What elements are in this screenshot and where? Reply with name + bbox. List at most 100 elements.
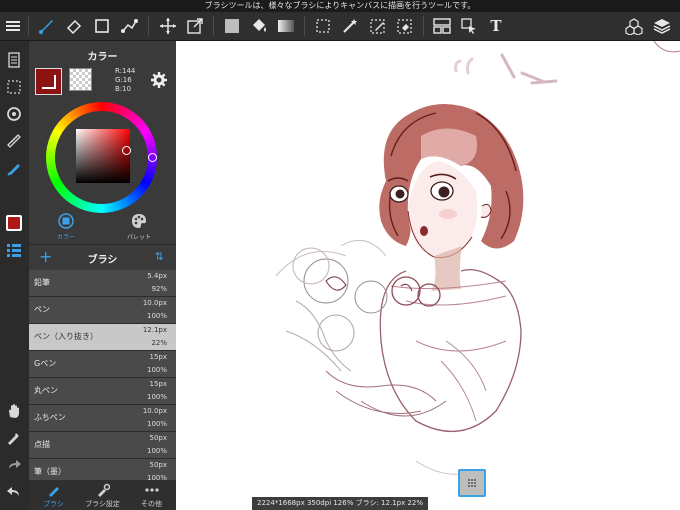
toolbar-separator (28, 16, 29, 36)
brush-item[interactable]: 点描 50px 100% (29, 432, 176, 459)
brush-item-opacity: 100% (146, 420, 167, 428)
eraser-tool-icon[interactable] (64, 16, 84, 36)
tool-tip-bar: ブラシツールは、様々なブラシによりキャンバスに描画を行うツールです。 (0, 0, 680, 12)
brush-item[interactable]: ペン（入り抜き） 12.1px 22% (29, 324, 176, 351)
material-icon[interactable] (624, 16, 644, 36)
brush-item-size: 15px (149, 380, 168, 388)
layout-icon[interactable] (432, 16, 452, 36)
select-eraser-icon[interactable] (395, 16, 415, 36)
tab-other[interactable]: その他 (127, 480, 176, 510)
text-tool-icon[interactable]: T (486, 16, 506, 36)
rectangle-tool-icon[interactable] (92, 16, 112, 36)
tab-color-label: カラー (56, 234, 75, 241)
brush-item[interactable]: 丸ペン 15px 100% (29, 378, 176, 405)
tab-color[interactable]: カラー (51, 213, 81, 243)
artwork (275, 41, 680, 475)
toolbar-separator (423, 16, 424, 36)
tab-brush-label: ブラシ (43, 500, 64, 508)
brush-item-size: 10.0px (142, 407, 167, 415)
brush-item-name: ふちペン (34, 413, 66, 422)
brush-tool-icon[interactable] (36, 16, 56, 36)
brush-list-icon[interactable] (4, 240, 24, 260)
fill-color-icon[interactable] (222, 16, 242, 36)
gradation-tool-icon[interactable] (276, 16, 296, 36)
more-icon (144, 488, 159, 492)
undo-icon[interactable] (4, 482, 24, 502)
brush-item-size: 50px (149, 461, 168, 469)
brush-item[interactable]: ペン 10.0px 100% (29, 297, 176, 324)
toolbar-separator (148, 16, 149, 36)
brush-item-opacity: 100% (146, 447, 167, 455)
brush-item-opacity: 92% (151, 285, 167, 293)
brush-settings-icon (97, 483, 110, 497)
brush-item-name: 丸ペン (34, 386, 58, 395)
grid-dots-icon (468, 479, 476, 487)
rgb-readout: R:144 G:16 B:10 (115, 67, 135, 94)
toolbar-separator (213, 16, 214, 36)
drawing-canvas[interactable] (176, 41, 680, 510)
brush-item-size: 5.4px (147, 272, 167, 280)
brush-item-size: 12.1px (142, 326, 167, 334)
select-pen-icon[interactable] (368, 16, 388, 36)
panel-bottom-tabs: ブラシ ブラシ設定 その他 (29, 480, 176, 510)
quick-access-button[interactable] (458, 469, 486, 497)
connect-tool-icon[interactable] (119, 16, 139, 36)
brush-item-opacity: 100% (146, 393, 167, 401)
rgb-r-value: R:144 (115, 67, 136, 75)
hue-picker-cursor[interactable] (148, 153, 157, 162)
document-icon[interactable] (4, 50, 24, 70)
ruler-icon[interactable] (4, 131, 24, 151)
rgb-b-value: B:10 (115, 85, 132, 93)
brush-item-name: 筆（墨） (34, 467, 66, 476)
transform-tool-icon[interactable] (185, 16, 205, 36)
canvas-status-bar: 2224*1668px 350dpi 126% ブラシ: 12.1px 22% (252, 497, 428, 510)
side-panel: カラー R:144 G:16 B:10 カラー パレット + ブラシ ⇅ 鉛筆 5… (29, 41, 176, 510)
brush-tab-icon (48, 487, 59, 497)
magic-wand-icon[interactable] (340, 16, 360, 36)
rotate-icon[interactable] (4, 104, 24, 124)
rgb-g-value: G:16 (115, 76, 132, 84)
layers-icon[interactable] (652, 16, 672, 36)
brush-item-size: 50px (149, 434, 168, 442)
eyedropper-icon[interactable] (4, 428, 24, 448)
tab-brush-settings-label: ブラシ設定 (85, 500, 120, 508)
brush-item-name: 点描 (34, 440, 50, 449)
lasso-fill-icon[interactable] (459, 16, 479, 36)
sv-picker-cursor[interactable] (122, 146, 131, 155)
palette-icon (132, 214, 146, 228)
brush-item-name: ペン (34, 305, 50, 314)
color-panel-title: カラー (87, 52, 118, 63)
brush-item-size: 15px (149, 353, 168, 361)
move-tool-icon[interactable] (158, 16, 178, 36)
hand-tool-icon[interactable] (4, 401, 24, 421)
selection-icon[interactable] (4, 77, 24, 97)
brush-item-name: 鉛筆 (34, 278, 50, 287)
redo-icon[interactable] (4, 455, 24, 475)
main-color-swatch[interactable] (35, 68, 62, 95)
pen-settings-icon[interactable] (4, 158, 24, 178)
brush-item-size: 10.0px (142, 299, 167, 307)
brush-item[interactable]: ふちペン 10.0px 100% (29, 405, 176, 432)
main-toolbar: T (0, 12, 680, 41)
select-rect-icon[interactable] (313, 16, 333, 36)
brush-item-opacity: 100% (146, 366, 167, 374)
settings-gear-icon[interactable] (150, 71, 168, 89)
tab-palette[interactable]: パレット (124, 213, 154, 243)
bucket-tool-icon[interactable] (249, 16, 269, 36)
sub-color-swatch[interactable] (69, 68, 92, 91)
tab-brush-settings[interactable]: ブラシ設定 (78, 480, 127, 510)
sort-brush-button[interactable]: ⇅ (155, 250, 164, 263)
brush-list: 鉛筆 5.4px 92% ペン 10.0px 100% ペン（入り抜き） 12.1px 22% G… (29, 270, 176, 481)
brush-item-name: ペン（入り抜き） (34, 332, 98, 341)
saturation-value-square[interactable] (76, 129, 130, 183)
brush-item[interactable]: 鉛筆 5.4px 92% (29, 270, 176, 297)
toolbar-separator (304, 16, 305, 36)
brush-item[interactable]: Gペン 15px 100% (29, 351, 176, 378)
brush-panel-header: + ブラシ ⇅ (29, 244, 176, 272)
menu-icon[interactable] (3, 16, 23, 36)
brush-item-opacity: 22% (151, 339, 167, 347)
brush-item[interactable]: 筆（墨） 50px 100% (29, 459, 176, 481)
tab-other-label: その他 (141, 500, 162, 508)
color-swatch-icon[interactable] (4, 213, 24, 233)
tab-brush[interactable]: ブラシ (29, 480, 78, 510)
